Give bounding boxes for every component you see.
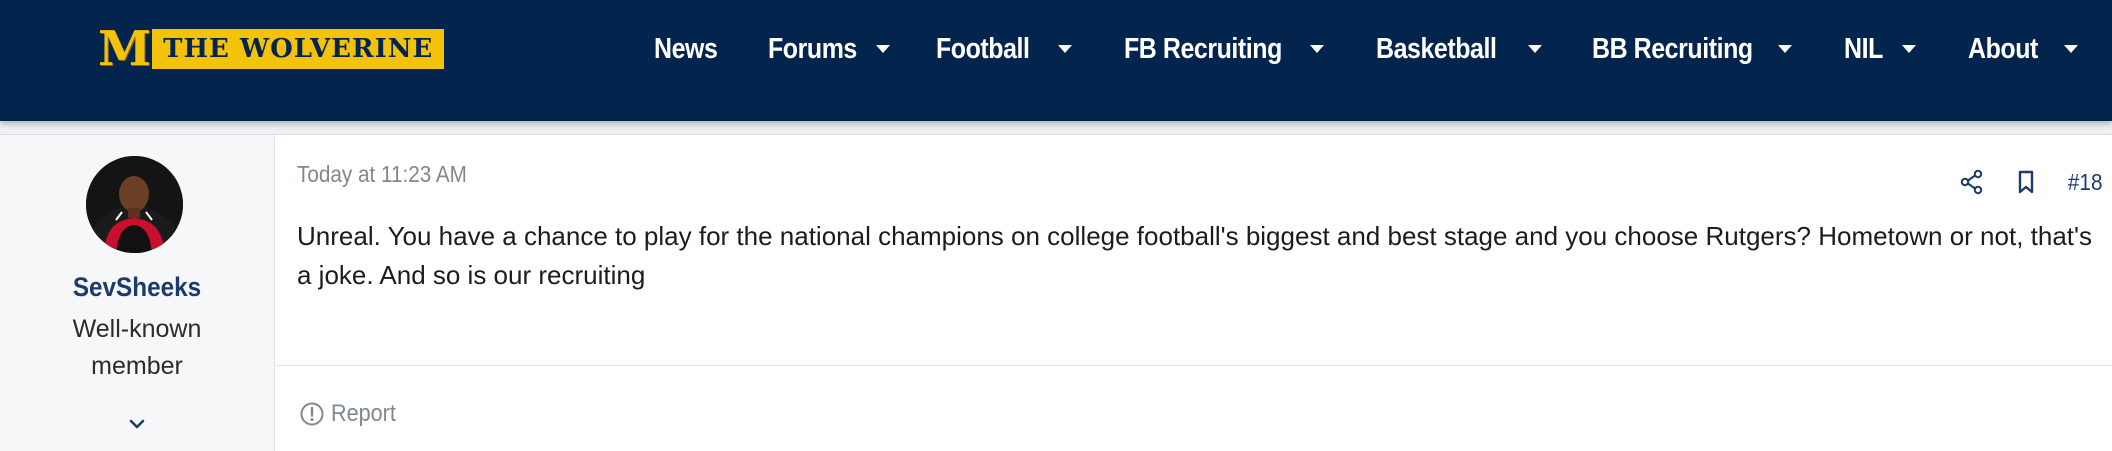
logo-mark: M bbox=[98, 21, 151, 77]
post-message: Unreal. You have a chance to play for th… bbox=[297, 221, 2092, 290]
logo-wordmark: THE WOLVERINE bbox=[163, 34, 434, 64]
share-icon[interactable] bbox=[1958, 168, 1986, 196]
bookmark-icon[interactable] bbox=[2012, 168, 2040, 196]
nav-label: Basketball bbox=[1375, 32, 1497, 65]
post-actions: #18 bbox=[1958, 165, 2104, 199]
user-title-line: member bbox=[91, 352, 183, 380]
nav-label: NIL bbox=[1843, 32, 1883, 65]
nav-label: About bbox=[1967, 32, 2038, 65]
nav-item-forums[interactable]: Forums bbox=[754, 22, 900, 76]
post-content: Today at 11:23 AM #18 Unreal. You have a… bbox=[275, 135, 2112, 451]
avatar[interactable] bbox=[86, 156, 183, 253]
nav-item-basketball[interactable]: Basketball bbox=[1338, 22, 1556, 76]
report-label: Report bbox=[331, 400, 396, 427]
chevron-down-icon[interactable] bbox=[2063, 45, 2078, 53]
site-header: M THE WOLVERINE News Forums Football FB … bbox=[0, 0, 2112, 121]
forum-post: SevSheeks Well-known member Today at 11:… bbox=[0, 134, 2112, 451]
post-author-panel: SevSheeks Well-known member bbox=[0, 135, 275, 451]
post-footer-divider bbox=[275, 365, 2112, 366]
nav-label: Football bbox=[935, 32, 1030, 65]
post-number-link[interactable]: #18 bbox=[2068, 169, 2103, 196]
nav-item-bb-recruiting[interactable]: BB Recruiting bbox=[1556, 22, 1806, 76]
main-nav: News Forums Football FB Recruiting Baske… bbox=[640, 22, 2092, 76]
chevron-down-icon[interactable] bbox=[126, 413, 148, 435]
nav-item-about[interactable]: About bbox=[1930, 22, 2092, 76]
chevron-down-icon[interactable] bbox=[1901, 45, 1916, 53]
nav-label: FB Recruiting bbox=[1123, 32, 1282, 65]
user-title: Well-known member bbox=[0, 311, 274, 385]
chevron-down-icon[interactable] bbox=[1057, 45, 1072, 53]
nav-item-nil[interactable]: NIL bbox=[1806, 22, 1930, 76]
alert-circle-icon bbox=[300, 402, 324, 426]
chevron-down-icon[interactable] bbox=[1309, 45, 1324, 53]
report-button[interactable]: Report bbox=[299, 400, 403, 428]
nav-label: News bbox=[654, 32, 718, 65]
site-logo[interactable]: M THE WOLVERINE bbox=[98, 21, 445, 77]
logo-wordmark-box: THE WOLVERINE bbox=[152, 29, 445, 69]
nav-item-fb-recruiting[interactable]: FB Recruiting bbox=[1086, 22, 1338, 76]
nav-item-news[interactable]: News bbox=[640, 22, 742, 76]
chevron-down-icon[interactable] bbox=[1527, 45, 1542, 53]
user-title-line: Well-known bbox=[72, 315, 202, 343]
chevron-down-icon[interactable] bbox=[1777, 45, 1792, 53]
avatar-image bbox=[86, 156, 183, 253]
nav-item-football[interactable]: Football bbox=[900, 22, 1086, 76]
chevron-down-icon[interactable] bbox=[875, 45, 890, 53]
nav-label: Forums bbox=[767, 32, 857, 65]
username-link[interactable]: SevSheeks bbox=[14, 272, 261, 303]
post-timestamp[interactable]: Today at 11:23 AM bbox=[297, 161, 467, 188]
nav-label: BB Recruiting bbox=[1591, 32, 1753, 65]
